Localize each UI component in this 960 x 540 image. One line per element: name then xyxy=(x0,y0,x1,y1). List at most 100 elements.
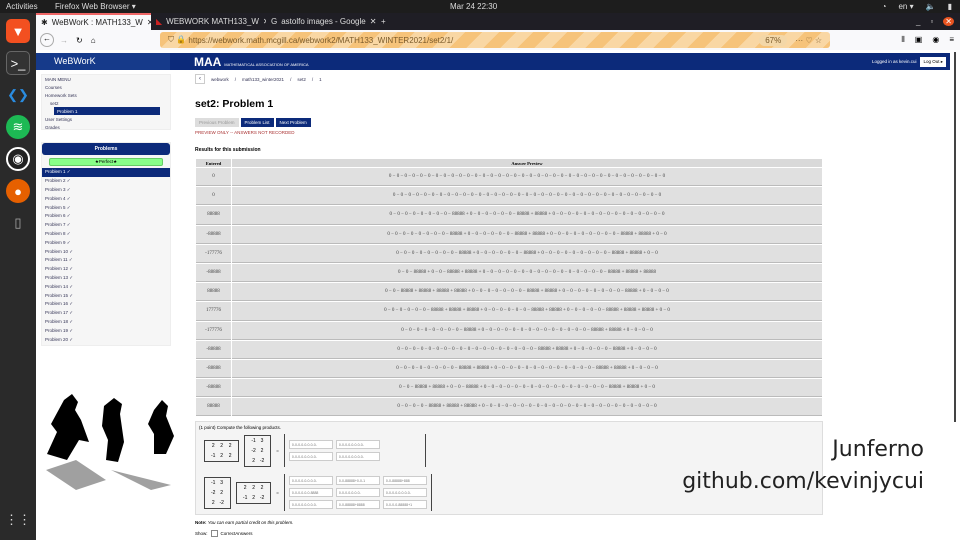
menu-set2[interactable]: set2 xyxy=(42,99,170,107)
problem-link[interactable]: Problem 8 ✓ xyxy=(42,230,170,239)
new-tab-button[interactable]: + xyxy=(376,13,396,30)
zoom-level[interactable]: 67% xyxy=(759,34,788,46)
dock: ▼ >_ ❮❯ ≋ ◉ ● ▯ ⋮⋮ xyxy=(0,13,36,540)
entered-cell: -88888 xyxy=(196,225,231,244)
problem-link[interactable]: Problem 1 ✓ xyxy=(42,168,170,177)
main-menu: MAIN MENU Courses Homework Sets set2 Pro… xyxy=(41,74,171,130)
tab-webwork-2[interactable]: ◣WEBWORK MATH133_W✕ xyxy=(151,13,266,30)
sidebar-icon[interactable]: ▣ xyxy=(915,35,923,45)
menu-problem-1[interactable]: Problem 1 xyxy=(54,107,160,115)
answer-input[interactable]: 0-0-0-0-0-0-0-0- xyxy=(335,452,380,462)
answer-preview-cell: 0 − 0 − 88888 + 0 − 0 − 88888 + 88888 + … xyxy=(232,263,822,283)
obs-icon[interactable]: ◉ xyxy=(6,147,30,171)
problem-link[interactable]: Problem 5 ✓ xyxy=(42,203,170,212)
table-row: -88888 0 − 0 − 0 − 0 − 0 − 0 − 0 − 0 − 88… xyxy=(196,359,822,379)
problem-link[interactable]: Problem 3 ✓ xyxy=(42,186,170,195)
restore-icon[interactable]: ▫ xyxy=(930,17,933,26)
problem-link[interactable]: Problem 12 ✓ xyxy=(42,265,170,274)
back-arrow-button[interactable]: ‹ xyxy=(195,74,205,84)
vscode-icon[interactable]: ❮❯ xyxy=(6,83,30,107)
table-row: 88888 0 − 0 − 0 − 0 − 0 − 0 − 0 − 0 − 888… xyxy=(196,206,822,225)
problem-list-button[interactable]: Problem List xyxy=(240,118,274,127)
home-icon[interactable]: ⌂ xyxy=(91,36,96,45)
problem-link[interactable]: Problem 15 ✓ xyxy=(42,291,170,300)
logout-button[interactable]: Log Out ▸ xyxy=(920,56,946,67)
show-apps-icon[interactable]: ⋮⋮ xyxy=(5,508,31,532)
more-icon[interactable]: ··· ♡ ☆ xyxy=(795,36,822,45)
page-title: set2: Problem 1 xyxy=(195,98,274,110)
problem-link[interactable]: Problem 13 ✓ xyxy=(42,274,170,283)
firefox-icon[interactable]: ● xyxy=(6,179,30,203)
minimize-icon[interactable]: _ xyxy=(916,17,920,26)
matrix-entry: -2 xyxy=(211,489,216,496)
breadcrumb-item[interactable]: math133_winter2021 xyxy=(242,77,284,82)
language-menu[interactable]: en ▾ xyxy=(898,2,913,11)
webwork-brand[interactable]: WeBWorK xyxy=(36,53,170,70)
back-icon[interactable]: ← xyxy=(40,33,54,47)
close-window-icon[interactable]: ✕ xyxy=(943,17,954,26)
problem-link[interactable]: Problem 20 ✓ xyxy=(42,335,170,344)
answer-input[interactable]: 0-0-0-0-0-0-8888 xyxy=(288,488,333,498)
next-problem-button[interactable]: Next Problem xyxy=(275,118,311,127)
problem-link[interactable]: Problem 17 ✓ xyxy=(42,309,170,318)
activities-button[interactable]: Activities xyxy=(6,2,38,11)
problem-link[interactable]: Problem 19 ✓ xyxy=(42,326,170,335)
battery-icon[interactable]: ▮ xyxy=(948,2,952,11)
answer-input[interactable]: 0-0-0-0-0-0-0-0- xyxy=(288,452,333,462)
answer-input[interactable]: 0-0-0-0-0-0-0- xyxy=(335,488,380,498)
answer-input[interactable]: 0-0-88888+0-0-1 xyxy=(335,476,380,486)
answer-input[interactable]: 0-0-0-0-0-0-0-0- xyxy=(335,440,380,450)
scrollbar[interactable] xyxy=(950,50,960,540)
url-bar[interactable]: ⛉ 🔒 https://webwork.math.mcgill.ca/webwo… xyxy=(160,32,830,48)
matrix-entry: -1 xyxy=(251,437,256,444)
problem-link[interactable]: Problem 18 ✓ xyxy=(42,318,170,327)
show-row: Show: CorrectAnswers xyxy=(195,530,253,538)
menu-user-settings[interactable]: User Settings xyxy=(42,115,170,123)
problem-link[interactable]: Problem 16 ✓ xyxy=(42,300,170,309)
menu-courses[interactable]: Courses xyxy=(42,83,170,91)
answer-input[interactable]: 0-0-0-0-0-0-0-0- xyxy=(288,476,333,486)
problem-link[interactable]: Problem 6 ✓ xyxy=(42,212,170,221)
answer-input[interactable]: 0-0-0-0-0-0-0-0- xyxy=(288,500,333,510)
forward-icon[interactable]: → xyxy=(60,36,68,45)
brave-icon[interactable]: ▼ xyxy=(6,19,30,43)
app-menu[interactable]: Firefox Web Browser ▾ xyxy=(55,2,136,11)
table-row: 88888 0 − 0 − 0 − 0 − 88888 + 88888 + 888… xyxy=(196,398,822,417)
matrix-entry: 2 xyxy=(220,489,224,496)
answer-input[interactable]: 0-0-88888+888 xyxy=(382,476,427,486)
matrix-entry: 2 xyxy=(252,484,255,491)
usb-drive-icon[interactable]: ▯ xyxy=(6,211,30,235)
matrix-entry: -2 xyxy=(219,499,224,506)
breadcrumb-item[interactable]: set2 xyxy=(297,77,306,82)
matrix-entry: 2 xyxy=(260,447,264,454)
problem-link[interactable]: Problem 11 ✓ xyxy=(42,256,170,265)
breadcrumb-item[interactable]: webwork xyxy=(211,77,229,82)
problem-link[interactable]: Problem 2 ✓ xyxy=(42,177,170,186)
problem-link[interactable]: Problem 10 ✓ xyxy=(42,247,170,256)
tab-google[interactable]: Gastolfo images - Google ✕ xyxy=(266,13,376,30)
webpage: WeBWorK MAA MATHEMATICAL ASSOCIATION OF … xyxy=(36,50,950,540)
volume-icon[interactable]: 🔈 xyxy=(926,2,936,11)
clock[interactable]: Mar 24 22:30 xyxy=(450,2,497,11)
answer-input[interactable]: 0-0-88888+8888 xyxy=(335,500,380,510)
problem-link[interactable]: Problem 4 ✓ xyxy=(42,194,170,203)
problem-link[interactable]: Problem 7 ✓ xyxy=(42,221,170,230)
problem-link[interactable]: Problem 9 ✓ xyxy=(42,238,170,247)
menu-homework-sets[interactable]: Homework Sets xyxy=(42,91,170,99)
hamburger-menu-icon[interactable]: ≡ xyxy=(949,35,954,45)
problem-link[interactable]: Problem 14 ✓ xyxy=(42,282,170,291)
library-icon[interactable]: ⫴ xyxy=(901,35,904,45)
previous-problem-button[interactable]: Previous Problem xyxy=(195,118,239,127)
terminal-icon[interactable]: >_ xyxy=(6,51,30,75)
answer-input[interactable]: 0-0-0-0-0-0-0-0- xyxy=(382,488,427,498)
spotify-icon[interactable]: ≋ xyxy=(6,115,30,139)
network-icon[interactable]: ◔ xyxy=(882,2,887,11)
menu-grades[interactable]: Grades xyxy=(42,123,170,131)
answer-input[interactable]: 0-0-0-0-88888+1 xyxy=(382,500,427,510)
answer-input[interactable]: 0-0-0-0-0-0-0-0- xyxy=(288,440,333,450)
account-icon[interactable]: ◉ xyxy=(932,35,939,45)
reload-icon[interactable]: ↻ xyxy=(76,36,83,45)
tab-webwork[interactable]: ✱WeBWorK : MATH133_W✕ xyxy=(36,13,151,30)
matrix-equation-1: 2 2 2 -1 2 2 -1 3 -2 2 2 -2 = 0-0-0-0-0-0-0-0- 0-0-… xyxy=(204,434,426,468)
correct-answers-checkbox[interactable] xyxy=(210,530,218,538)
